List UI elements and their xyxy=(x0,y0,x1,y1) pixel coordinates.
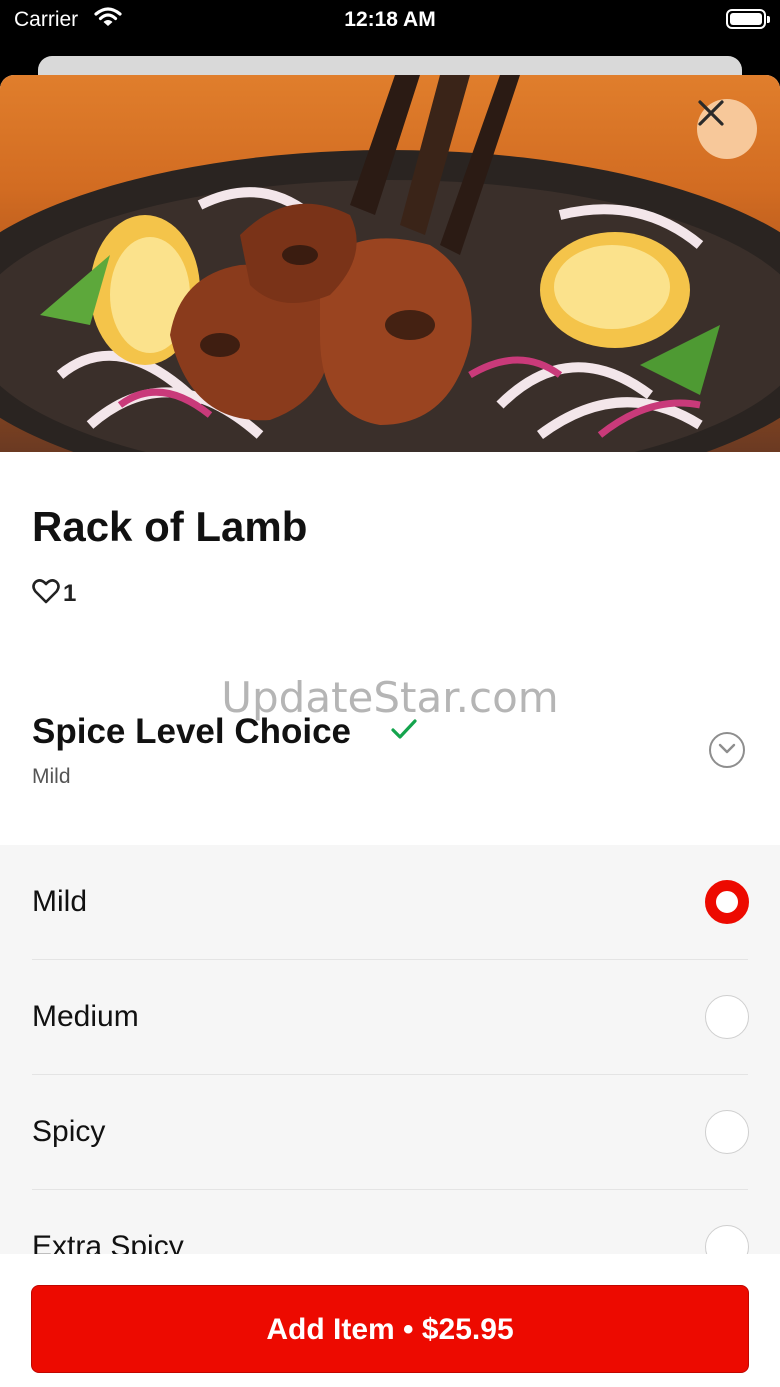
item-detail-sheet: Rack of Lamb 1 UpdateStar.com Spice Leve… xyxy=(0,75,780,1387)
section-collapse-button[interactable] xyxy=(709,732,745,768)
section-selected-value: Mild xyxy=(32,765,71,788)
heart-icon xyxy=(32,578,60,609)
section-title: Spice Level Choice xyxy=(32,712,352,751)
footer-bar: Add Item • $25.95 xyxy=(0,1254,780,1387)
like-count: 1 xyxy=(63,579,77,607)
like-button[interactable]: 1 xyxy=(32,578,76,609)
option-spicy[interactable]: Spicy xyxy=(32,1075,749,1190)
status-bar: Carrier 12:18 AM xyxy=(0,0,780,44)
close-button[interactable] xyxy=(697,99,757,159)
check-icon xyxy=(390,717,418,746)
option-label: Mild xyxy=(32,885,88,918)
item-title: Rack of Lamb xyxy=(32,503,308,550)
battery-icon xyxy=(726,9,770,29)
option-medium[interactable]: Medium xyxy=(32,960,749,1075)
item-photo xyxy=(0,75,780,452)
chevron-down-icon xyxy=(718,741,736,759)
add-item-button[interactable]: Add Item • $25.95 xyxy=(31,1285,749,1373)
radio-button[interactable] xyxy=(705,1110,749,1154)
radio-button-selected[interactable] xyxy=(705,880,749,924)
clock: 12:18 AM xyxy=(344,8,436,31)
option-label: Spicy xyxy=(32,1115,106,1148)
option-mild[interactable]: Mild xyxy=(32,845,749,960)
option-label: Medium xyxy=(32,1000,139,1033)
radio-button[interactable] xyxy=(705,995,749,1039)
